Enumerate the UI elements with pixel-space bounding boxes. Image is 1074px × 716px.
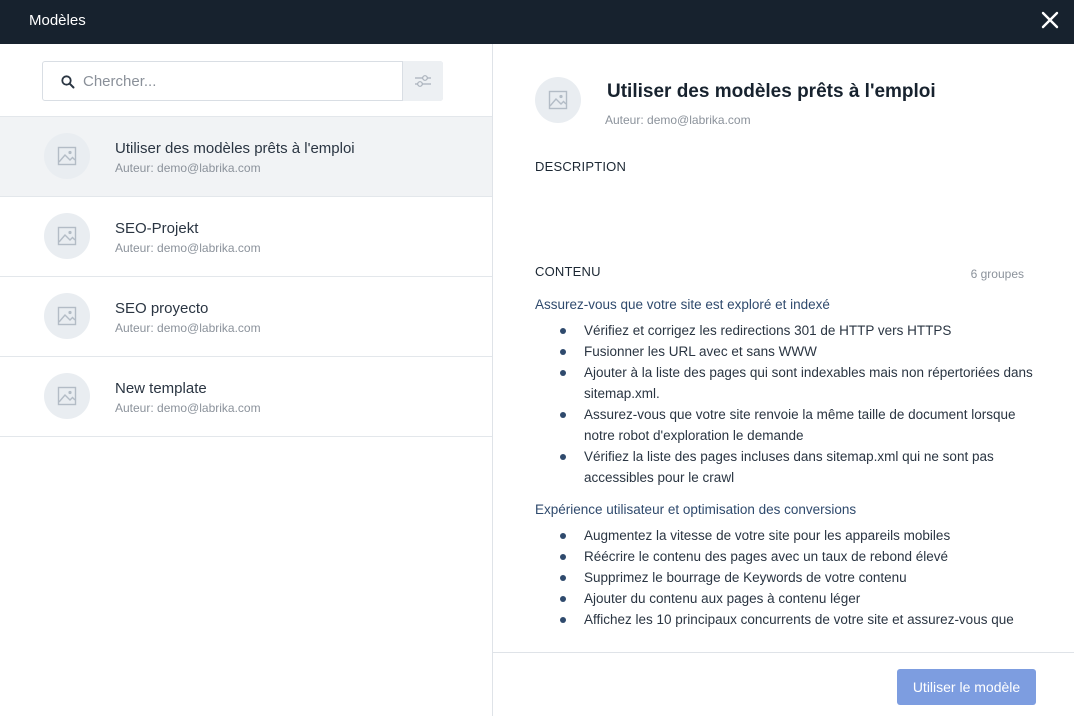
task-item: Réécrire le contenu des pages avec un ta… bbox=[560, 546, 1035, 567]
template-title: New template bbox=[115, 380, 207, 397]
template-author: Auteur: demo@labrika.com bbox=[115, 241, 261, 255]
search-box bbox=[42, 61, 443, 101]
task-group: Assurez-vous que votre site est exploré … bbox=[535, 297, 1035, 488]
template-title: Utiliser des modèles prêts à l'emploi bbox=[115, 140, 355, 157]
group-title: Expérience utilisateur et optimisation d… bbox=[535, 502, 857, 517]
task-item: Augmentez la vitesse de votre site pour … bbox=[560, 525, 1035, 546]
sliders-icon bbox=[415, 75, 431, 87]
template-item[interactable]: New template Auteur: demo@labrika.com bbox=[0, 357, 492, 437]
task-list: Augmentez la vitesse de votre site pour … bbox=[535, 525, 1035, 630]
groups-count: 6 groupes bbox=[970, 267, 1024, 281]
task-item: Assurez-vous que votre site renvoie la m… bbox=[560, 404, 1035, 446]
image-placeholder-icon bbox=[44, 293, 90, 339]
task-item: Ajouter du contenu aux pages à contenu l… bbox=[560, 588, 1035, 609]
footer-divider bbox=[493, 652, 1074, 653]
group-title: Assurez-vous que votre site est exploré … bbox=[535, 297, 830, 312]
template-item[interactable]: SEO-Projekt Auteur: demo@labrika.com bbox=[0, 197, 492, 277]
modal-title: Modèles bbox=[29, 12, 86, 29]
image-placeholder-icon bbox=[535, 77, 581, 123]
detail-author: Auteur: demo@labrika.com bbox=[605, 113, 751, 127]
template-item[interactable]: SEO proyecto Auteur: demo@labrika.com bbox=[0, 277, 492, 357]
task-list: Vérifiez et corrigez les redirections 30… bbox=[535, 320, 1035, 488]
task-item: Vérifiez et corrigez les redirections 30… bbox=[560, 320, 1035, 341]
template-title: SEO-Projekt bbox=[115, 220, 199, 237]
task-item: Ajouter à la liste des pages qui sont in… bbox=[560, 362, 1035, 404]
image-placeholder-icon bbox=[44, 213, 90, 259]
task-item: Vérifiez la liste des pages incluses dan… bbox=[560, 446, 1035, 488]
detail-title: Utiliser des modèles prêts à l'emploi bbox=[607, 81, 936, 102]
task-item: Supprimez le bourrage de Keywords de vot… bbox=[560, 567, 1035, 588]
template-author: Auteur: demo@labrika.com bbox=[115, 161, 261, 175]
task-group: Expérience utilisateur et optimisation d… bbox=[535, 502, 1035, 630]
image-placeholder-icon bbox=[44, 373, 90, 419]
task-item: Affichez les 10 principaux concurrents d… bbox=[560, 609, 1035, 630]
content-label: CONTENU bbox=[535, 264, 601, 279]
template-author: Auteur: demo@labrika.com bbox=[115, 401, 261, 415]
search-icon bbox=[60, 74, 76, 90]
content-groups: Assurez-vous que votre site est exploré … bbox=[535, 297, 1035, 651]
template-author: Auteur: demo@labrika.com bbox=[115, 321, 261, 335]
close-icon[interactable] bbox=[1038, 8, 1062, 32]
image-placeholder-icon bbox=[44, 133, 90, 179]
task-item: Fusionner les URL avec et sans WWW bbox=[560, 341, 1035, 362]
search-input[interactable] bbox=[83, 63, 401, 99]
template-detail-panel: Utiliser des modèles prêts à l'emploi Au… bbox=[493, 44, 1074, 716]
template-title: SEO proyecto bbox=[115, 300, 209, 317]
modal-header: Modèles bbox=[0, 0, 1074, 44]
description-label: DESCRIPTION bbox=[535, 159, 627, 174]
templates-list: Utiliser des modèles prêts à l'emploi Au… bbox=[0, 116, 492, 437]
use-template-button[interactable]: Utiliser le modèle bbox=[897, 669, 1036, 705]
template-item[interactable]: Utiliser des modèles prêts à l'emploi Au… bbox=[0, 117, 492, 197]
templates-panel: Utiliser des modèles prêts à l'emploi Au… bbox=[0, 44, 492, 716]
filter-button[interactable] bbox=[402, 61, 443, 101]
